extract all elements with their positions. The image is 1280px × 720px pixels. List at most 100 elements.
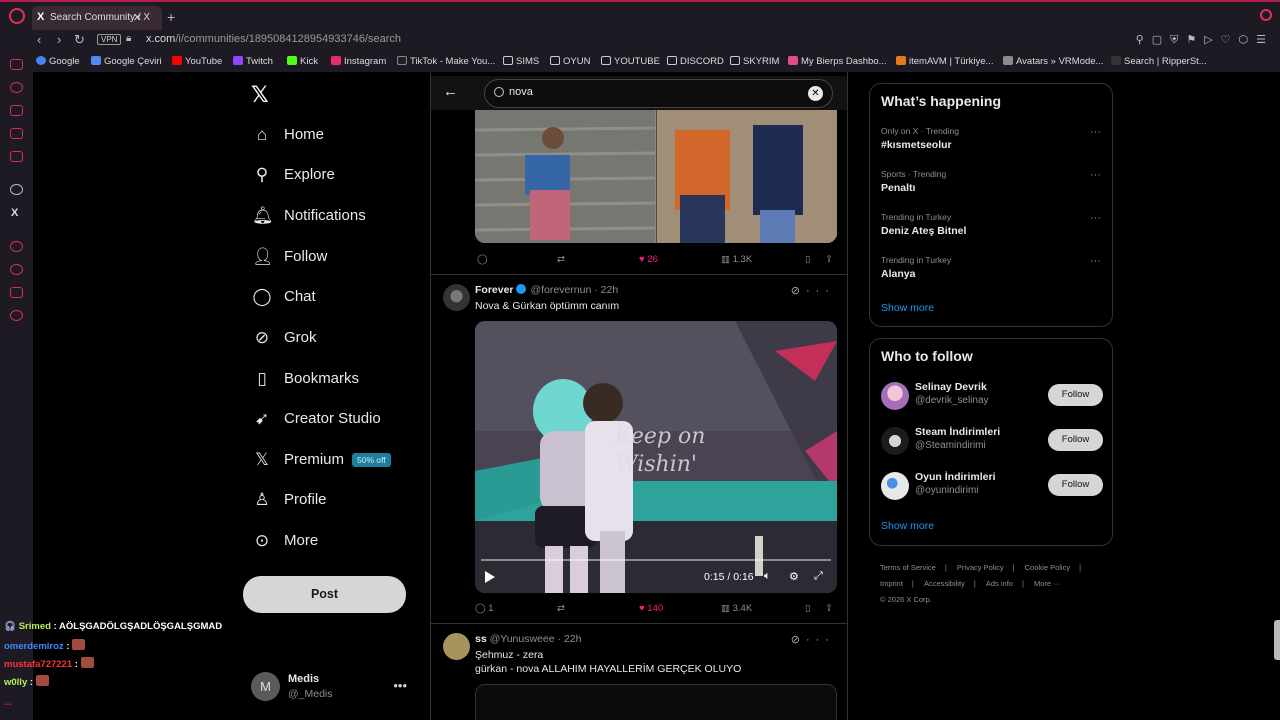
follow-button[interactable]: Follow bbox=[1048, 429, 1103, 451]
grok-icon[interactable]: ⊘ bbox=[791, 285, 806, 297]
search-input[interactable] bbox=[509, 86, 769, 98]
trend-item[interactable]: Trending in Turkey Deniz Ateş Bitnel ··· bbox=[881, 212, 1103, 242]
nav-chat[interactable]: ◯ Chat bbox=[250, 285, 430, 311]
sidebar-bag-icon[interactable] bbox=[10, 105, 23, 116]
author-name[interactable]: Forever bbox=[475, 284, 514, 296]
bookmark-itemavm[interactable]: itemAVM | Türkiye... bbox=[896, 56, 993, 67]
video-progress[interactable] bbox=[481, 559, 831, 561]
sidebar-player-icon[interactable] bbox=[10, 241, 23, 252]
nav-home[interactable]: ⌂ Home bbox=[250, 123, 430, 149]
nav-explore[interactable]: ⚲ Explore bbox=[250, 163, 430, 189]
forward-icon[interactable]: › bbox=[57, 32, 61, 47]
nav-notifications[interactable]: 🔔︎ Notifications bbox=[250, 204, 430, 230]
footer-link[interactable]: Accessibility bbox=[924, 579, 965, 588]
nav-premium[interactable]: 𝕏 Premium 50% off bbox=[250, 448, 430, 474]
trend-item[interactable]: Only on X · Trending #kısmetseolur ··· bbox=[881, 126, 1103, 156]
author-handle[interactable]: @forevernun bbox=[530, 284, 591, 296]
bookmark-kick[interactable]: Kick bbox=[287, 56, 318, 67]
opera-logo-icon[interactable] bbox=[9, 8, 25, 24]
lock-icon[interactable]: 🔒︎ bbox=[126, 33, 131, 44]
trend-item[interactable]: Sports · Trending Penaltı ··· bbox=[881, 169, 1103, 199]
bookmark-instagram[interactable]: Instagram bbox=[331, 56, 386, 67]
play-icon[interactable] bbox=[485, 571, 495, 583]
bookmark-tiktok[interactable]: TikTok - Make You... bbox=[397, 56, 495, 67]
footer-link[interactable]: Cookie Policy bbox=[1025, 563, 1070, 572]
footer-link[interactable]: Privacy Policy bbox=[957, 563, 1004, 572]
follow-suggestion[interactable]: Selinay Devrik @devrik_selinay Follow bbox=[881, 381, 1103, 415]
bookmark-folder-skyrim[interactable]: SKYRIM bbox=[730, 56, 779, 67]
views-button[interactable]: ▥ 3.4K bbox=[721, 603, 752, 614]
post-time[interactable]: 22h bbox=[601, 284, 619, 296]
reply-button[interactable]: ◯ 1 bbox=[475, 603, 494, 614]
sidebar-extensions-icon[interactable] bbox=[10, 287, 23, 298]
more-icon[interactable]: ··· bbox=[1090, 255, 1101, 267]
back-arrow-icon[interactable]: ← bbox=[443, 83, 458, 100]
nav-more[interactable]: ⊙ More bbox=[250, 529, 430, 555]
share-icon[interactable]: ⇪ bbox=[825, 254, 833, 265]
address-bar-tools[interactable]: ⚲▢⛨⚑▷♡⬡☰ bbox=[1136, 33, 1274, 47]
share-icon[interactable]: ⇪ bbox=[825, 603, 833, 614]
follow-suggestion[interactable]: Steam İndirimleri @Steamindirimi Follow bbox=[881, 426, 1103, 460]
more-icon[interactable]: ··· bbox=[806, 285, 835, 297]
x-logo-icon[interactable]: 𝕏 bbox=[251, 82, 269, 108]
bookmark-google-ceviri[interactable]: Google Çeviri bbox=[91, 56, 162, 67]
footer-link[interactable]: More ··· bbox=[1034, 579, 1061, 588]
post-image-grid[interactable] bbox=[475, 110, 837, 243]
volume-icon[interactable]: 🔈︎ bbox=[764, 570, 771, 583]
settings-icon[interactable]: ⚙︎ bbox=[789, 570, 799, 583]
account-switcher[interactable]: M Medis @_Medis ••• bbox=[251, 672, 421, 704]
more-icon[interactable]: ··· bbox=[1090, 126, 1101, 138]
sidebar-chatgpt-icon[interactable] bbox=[10, 184, 23, 195]
follow-suggestion[interactable]: Oyun İndirimleri @oyunindirimi Follow bbox=[881, 471, 1103, 505]
sidebar-tv-icon[interactable] bbox=[10, 151, 23, 162]
nav-grok[interactable]: ⊘ Grok bbox=[250, 326, 430, 352]
post-time[interactable]: 22h bbox=[564, 633, 582, 645]
avatar[interactable] bbox=[443, 633, 470, 660]
post-media[interactable] bbox=[475, 684, 837, 720]
author-name[interactable]: ss bbox=[475, 633, 487, 645]
new-tab-button[interactable]: + bbox=[167, 9, 175, 25]
account-more-icon[interactable]: ••• bbox=[393, 678, 407, 693]
sidebar-refresh-icon[interactable] bbox=[10, 82, 23, 93]
more-icon[interactable]: ··· bbox=[1090, 169, 1101, 181]
bookmark-folder-oyun[interactable]: OYUN bbox=[550, 56, 590, 67]
bookmark-vrmodels[interactable]: Avatars » VRMode... bbox=[1003, 56, 1103, 67]
back-icon[interactable]: ‹ bbox=[37, 32, 41, 47]
vpn-badge[interactable]: VPN bbox=[97, 34, 122, 45]
bookmark-ripperstore[interactable]: Search | RipperSt... bbox=[1111, 56, 1207, 67]
views-button[interactable]: ▥ 1.3K bbox=[721, 254, 752, 265]
nav-follow[interactable]: 👤︎ Follow bbox=[250, 245, 430, 271]
avatar[interactable] bbox=[443, 284, 470, 311]
post-video[interactable]: Keep on Wishin' 0:15 / 0:16 🔈︎ ⚙︎ ⤢ bbox=[475, 321, 837, 593]
show-more-link[interactable]: Show more bbox=[881, 302, 934, 314]
nav-bookmarks[interactable]: ▯ Bookmarks bbox=[250, 367, 430, 393]
footer-link[interactable]: Terms of Service bbox=[880, 563, 936, 572]
repost-icon[interactable]: ⇄ bbox=[557, 254, 565, 265]
fullscreen-icon[interactable]: ⤢ bbox=[814, 570, 823, 583]
sidebar-history-icon[interactable] bbox=[10, 264, 23, 275]
grok-icon[interactable]: ⊘ bbox=[791, 634, 806, 646]
like-button[interactable]: ♥ 26 bbox=[639, 254, 658, 265]
bookmark-folder-discord[interactable]: DISCORD bbox=[667, 56, 724, 67]
trend-item[interactable]: Trending in Turkey Alanya ··· bbox=[881, 255, 1103, 285]
repost-icon[interactable]: ⇄ bbox=[557, 603, 565, 614]
url-field[interactable]: x.com/i/communities/1895084128954933746/… bbox=[146, 33, 401, 45]
bookmark-google[interactable]: Google bbox=[36, 56, 80, 67]
footer-link[interactable]: Imprint bbox=[880, 579, 903, 588]
reload-icon[interactable]: ↻ bbox=[74, 32, 85, 48]
sidebar-mail-icon[interactable] bbox=[10, 59, 23, 70]
post-button[interactable]: Post bbox=[243, 576, 406, 613]
footer-link[interactable]: Ads info bbox=[986, 579, 1013, 588]
search-field[interactable]: ✕ bbox=[484, 79, 833, 108]
tab-search-icon[interactable] bbox=[1260, 9, 1272, 21]
follow-button[interactable]: Follow bbox=[1048, 384, 1103, 406]
bookmark-twitch[interactable]: Twitch bbox=[233, 56, 273, 67]
tab-search-community[interactable]: X Search Community / X ✕ bbox=[32, 6, 162, 30]
bookmark-folder-sims[interactable]: SIMS bbox=[503, 56, 539, 67]
bookmark-bierps[interactable]: My Bierps Dashbo... bbox=[788, 56, 887, 67]
bookmark-icon[interactable]: ▯ bbox=[805, 603, 810, 614]
tab-close-icon[interactable]: ✕ bbox=[133, 11, 142, 24]
follow-button[interactable]: Follow bbox=[1048, 474, 1103, 496]
nav-profile[interactable]: ♙ Profile bbox=[250, 488, 430, 514]
more-icon[interactable]: ··· bbox=[806, 634, 835, 646]
